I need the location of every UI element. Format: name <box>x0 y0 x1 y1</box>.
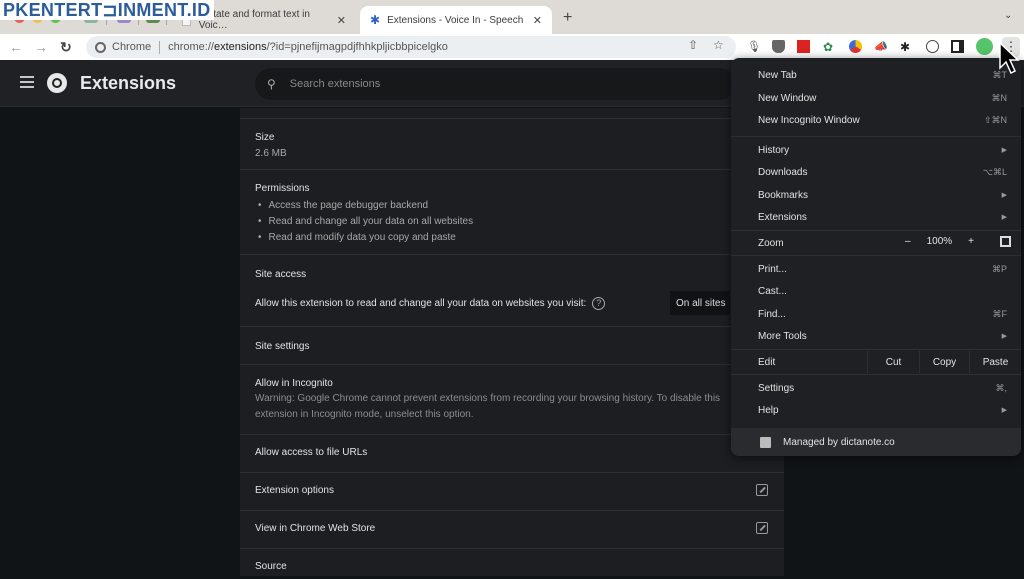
file-urls-row[interactable]: Allow access to file URLs <box>240 435 784 473</box>
tab-strip: PKENTERT⊐INMENT.ID Dictate and format te… <box>0 0 1024 34</box>
menu-item-zoom: Zoom – 100% + <box>731 232 1021 254</box>
cut-button[interactable]: Cut <box>867 351 919 373</box>
address-bar[interactable]: Chrome chrome://extensions/?id=pjnefijma… <box>86 36 736 58</box>
permissions-section: Permissions Access the page debugger bac… <box>240 170 784 255</box>
size-label: Size <box>255 132 275 143</box>
submenu-arrow-icon: ▶ <box>1001 192 1007 199</box>
search-icon: ⚲ <box>267 77 276 91</box>
help-icon[interactable]: ? <box>592 297 606 310</box>
refresh-circle-icon[interactable] <box>926 40 939 53</box>
site-label: Chrome <box>112 41 152 53</box>
menu-item-settings[interactable]: Settings ⌘, <box>731 377 1021 399</box>
submenu-arrow-icon: ▶ <box>1001 214 1007 221</box>
menu-item-new-window[interactable]: New Window ⌘N <box>731 87 1021 109</box>
permissions-label: Permissions <box>255 183 310 194</box>
site-settings-row[interactable]: Site settings <box>240 327 784 365</box>
extension-options-row[interactable]: Extension options <box>240 473 784 511</box>
source-row: Source <box>240 549 784 579</box>
color-wheel-icon[interactable] <box>849 40 862 53</box>
zoom-level: 100% <box>926 236 953 247</box>
chrome-main-menu: New Tab ⌘T New Window ⌘N New Incognito Win… <box>731 58 1021 456</box>
building-icon <box>760 436 771 448</box>
menu-item-new-incognito-window[interactable]: New Incognito Window ⇧⌘N <box>731 109 1021 131</box>
menu-item-history[interactable]: History ▶ <box>731 139 1021 161</box>
permission-item: Read and modify data you copy and paste <box>255 230 784 246</box>
incognito-label: Allow in Incognito <box>255 378 333 389</box>
incognito-section[interactable]: Allow in Incognito Warning: Google Chrom… <box>240 365 784 435</box>
microphone-icon[interactable]: 🎙 <box>747 40 761 53</box>
zoom-in-button[interactable]: + <box>968 236 974 247</box>
incognito-warning: Warning: Google Chrome cannot prevent ex… <box>255 393 721 420</box>
file-urls-label: Allow access to file URLs <box>255 447 368 458</box>
web-store-row[interactable]: View in Chrome Web Store <box>240 511 784 549</box>
source-label: Source <box>255 561 287 572</box>
size-section: Size 2.6 MB <box>240 118 784 170</box>
site-access-section: Site access Allow this extension to read… <box>240 255 784 327</box>
tab-extensions[interactable]: ✱ Extensions - Voice In - Speech ✕ <box>360 6 552 34</box>
back-icon[interactable]: ← <box>9 39 23 55</box>
chrome-logo-icon <box>47 73 67 93</box>
reload-icon[interactable]: ↻ <box>60 39 72 56</box>
menu-item-downloads[interactable]: Downloads ⌥⌘L <box>731 161 1021 183</box>
menu-item-edit: Edit Cut Copy Paste <box>731 351 1021 373</box>
tab-search-chevron-icon[interactable]: ⌄ <box>1004 10 1012 21</box>
submenu-arrow-icon: ▶ <box>1001 147 1007 154</box>
fullscreen-icon[interactable] <box>1000 236 1011 247</box>
search-extensions-input[interactable]: ⚲ Search extensions <box>255 68 735 100</box>
hamburger-menu-icon[interactable] <box>20 76 34 88</box>
menu-item-more-tools[interactable]: More Tools ▶ <box>731 325 1021 347</box>
side-panel-icon[interactable] <box>951 40 964 53</box>
close-tab-icon[interactable]: ✕ <box>337 14 346 27</box>
menu-item-find[interactable]: Find... ⌘F <box>731 303 1021 325</box>
puzzle-icon: ✱ <box>370 13 381 27</box>
watermark: PKENTERT⊐INMENT.ID <box>0 0 214 20</box>
tab-label: Dictate and format text in Voic… <box>198 9 310 31</box>
site-access-label: Site access <box>255 269 307 280</box>
tab-label: Extensions - Voice In - Speech <box>387 14 524 26</box>
size-value: 2.6 MB <box>255 148 287 159</box>
red-extension-icon[interactable] <box>797 40 810 53</box>
extension-options-label: Extension options <box>255 485 334 496</box>
megaphone-icon[interactable]: 📣 <box>874 40 888 53</box>
page-title: Extensions <box>80 73 177 93</box>
search-placeholder: Search extensions <box>289 78 381 90</box>
permission-item: Read and change all your data on all web… <box>255 214 784 230</box>
site-settings-label: Site settings <box>255 341 310 352</box>
managed-by-label: Managed by dictanote.co <box>783 436 895 448</box>
url-text: chrome://extensions/?id=pjnefijmagpdjfhh… <box>168 41 448 53</box>
shield-icon[interactable] <box>772 40 785 53</box>
mouse-cursor-icon <box>999 42 1020 75</box>
extension-details-card: Size 2.6 MB Permissions Access the page … <box>240 108 784 576</box>
menu-item-extensions[interactable]: Extensions ▶ <box>731 206 1021 228</box>
bookmark-star-icon[interactable]: ☆ <box>713 38 724 52</box>
share-icon[interactable]: ⇧ <box>688 38 698 52</box>
site-access-dropdown[interactable]: On all sites <box>670 291 730 315</box>
menu-item-new-tab[interactable]: New Tab ⌘T <box>731 64 1021 86</box>
submenu-arrow-icon: ▶ <box>1001 333 1007 340</box>
profile-avatar[interactable] <box>976 38 993 55</box>
copy-button[interactable]: Copy <box>919 351 969 373</box>
new-tab-button[interactable]: + <box>563 9 572 27</box>
permission-item: Access the page debugger backend <box>255 198 784 214</box>
forward-icon[interactable]: → <box>34 39 48 55</box>
open-in-new-icon[interactable] <box>756 522 768 534</box>
close-tab-icon[interactable]: ✕ <box>533 14 542 27</box>
extensions-puzzle-icon[interactable]: ✱ <box>900 40 913 54</box>
managed-by-item[interactable]: Managed by dictanote.co <box>731 428 1021 456</box>
web-store-label: View in Chrome Web Store <box>255 523 376 534</box>
zoom-out-button[interactable]: – <box>905 236 911 247</box>
chrome-site-icon <box>95 41 106 53</box>
submenu-arrow-icon: ▶ <box>1001 407 1007 414</box>
menu-item-cast[interactable]: Cast... <box>731 280 1021 302</box>
tree-icon[interactable]: ✿ <box>823 40 836 54</box>
browser-toolbar: ← → ↻ Chrome chrome://extensions/?id=pjn… <box>0 34 1024 60</box>
open-in-new-icon[interactable] <box>756 484 768 496</box>
menu-item-help[interactable]: Help ▶ <box>731 399 1021 421</box>
menu-item-bookmarks[interactable]: Bookmarks ▶ <box>731 184 1021 206</box>
paste-button[interactable]: Paste <box>969 351 1021 373</box>
menu-item-print[interactable]: Print... ⌘P <box>731 258 1021 280</box>
